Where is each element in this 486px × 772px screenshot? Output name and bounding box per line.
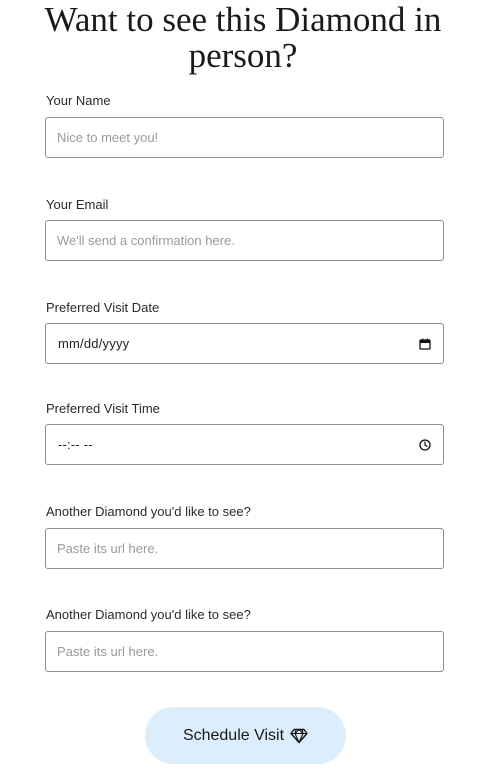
name-input[interactable] — [57, 118, 397, 157]
email-input[interactable] — [57, 221, 397, 260]
diamond-2-label: Another Diamond you'd like to see? — [46, 607, 251, 622]
email-label: Your Email — [46, 197, 109, 212]
name-field-box[interactable] — [45, 117, 444, 158]
schedule-visit-button[interactable]: Schedule Visit — [145, 707, 346, 764]
visit-time-mask: --:-- -- — [58, 437, 93, 452]
visit-date-input[interactable]: mm/dd/yyyy — [45, 323, 444, 364]
visit-date-mask: mm/dd/yyyy — [58, 336, 130, 351]
clock-icon[interactable] — [419, 438, 431, 451]
visit-time-label: Preferred Visit Time — [46, 401, 160, 416]
visit-date-label: Preferred Visit Date — [46, 300, 160, 315]
diamond-2-url-input[interactable] — [57, 632, 397, 671]
visit-time-input[interactable]: --:-- -- — [45, 424, 444, 465]
diamond-1-label: Another Diamond you'd like to see? — [46, 504, 251, 519]
schedule-visit-label: Schedule Visit — [182, 726, 285, 744]
name-label: Your Name — [46, 93, 111, 108]
diamond-2-field-box[interactable] — [45, 631, 444, 672]
page-title: Want to see this Diamond in person? — [44, 0, 442, 75]
diamond-1-url-input[interactable] — [57, 529, 397, 568]
calendar-icon[interactable] — [419, 338, 431, 350]
email-field-box[interactable] — [45, 220, 444, 261]
diamond-1-field-box[interactable] — [45, 528, 444, 569]
diamond-icon — [290, 728, 308, 743]
